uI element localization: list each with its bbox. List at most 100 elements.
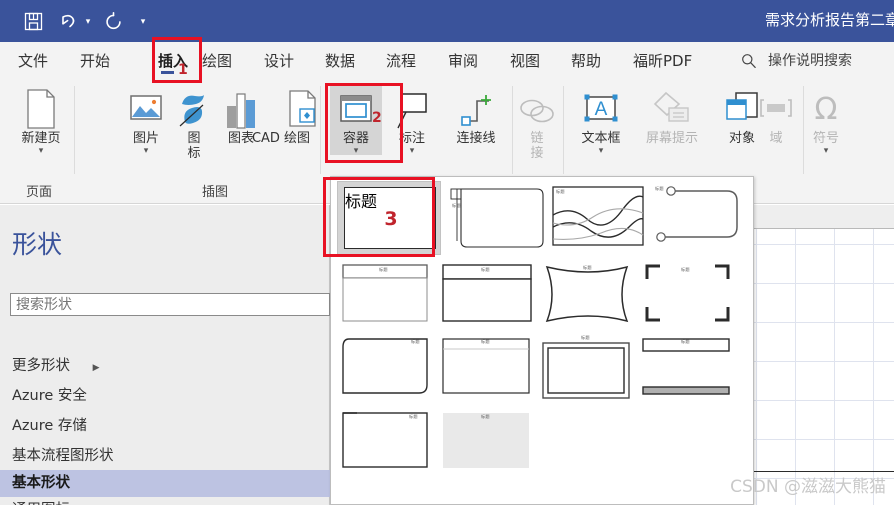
tab-foxit-pdf[interactable]: 福昕PDF — [633, 42, 692, 80]
connector-button[interactable]: 连接线 — [442, 86, 510, 147]
cad-icon — [243, 86, 319, 130]
connector-label: 连接线 — [456, 131, 496, 146]
annotation-number-2: 2 — [372, 110, 382, 126]
ribbon-tab-strip: 文件 开始 插入 绘图 设计 数据 流程 审阅 视图 帮助 福昕PDF 操作说明… — [0, 42, 894, 80]
stencil-basic-shapes[interactable]: 基本形状 — [0, 470, 330, 497]
link-icon — [517, 86, 557, 130]
annotation-box-insert-tab — [152, 37, 202, 83]
gallery-item-container-brackets[interactable]: 标题 — [639, 261, 739, 329]
stencil-generic-icons[interactable]: 通用图标 — [0, 497, 330, 505]
picture-label: 图片 — [132, 131, 159, 146]
symbol-button: Ω 符号 ▾ — [800, 86, 852, 155]
undo-dropdown-chevron-down-icon[interactable]: ▾ — [81, 8, 95, 34]
group-label-page: 页面 — [25, 185, 52, 200]
picture-chevron-down-icon[interactable]: ▾ — [144, 146, 149, 155]
stencil-label: 更多形状 — [12, 358, 70, 374]
gallery-item-container-node-outline[interactable]: 标题 — [649, 183, 749, 251]
tab-draw[interactable]: 绘图 — [202, 42, 232, 80]
stencil-azure-security[interactable]: Azure 安全 — [0, 383, 330, 410]
gallery-item-container-gray-fill[interactable]: 标题 — [439, 409, 539, 477]
window-title: 需求分析报告第二章 — [764, 11, 894, 29]
shape-label: 标题 — [481, 339, 490, 344]
gallery-item-container-two-bars[interactable]: 标题 — [639, 335, 739, 403]
link-button: 链 接 — [516, 86, 558, 161]
textbox-icon: A — [581, 86, 621, 130]
shapes-panel: 形状 更多形状 ▶ Azure 安全 Azure 存储 基本流程图形状 基本形状… — [0, 205, 330, 505]
tab-review[interactable]: 审阅 — [448, 42, 478, 80]
tab-data[interactable]: 数据 — [325, 42, 355, 80]
shape-label: 标题 — [583, 265, 592, 270]
shape-label: 标题 — [581, 335, 590, 340]
icon-button[interactable]: 图 标 — [176, 86, 212, 161]
field-label: 域 — [769, 131, 783, 146]
text-box-button[interactable]: A 文本框 ▾ — [570, 86, 632, 155]
group-divider — [563, 86, 564, 174]
annotation-box-first-gallery-item — [323, 177, 435, 257]
page-icon — [24, 86, 58, 130]
tab-help[interactable]: 帮助 — [571, 42, 601, 80]
watermark: CSDN @滋滋大熊猫 — [730, 477, 886, 497]
svg-text:Ω: Ω — [815, 92, 838, 127]
gallery-item-container-header-bar[interactable]: 标题 — [339, 261, 439, 329]
chevron-right-icon: ▶ — [92, 363, 100, 373]
gallery-item-container-curved[interactable]: 标题 — [539, 261, 639, 329]
svg-text:A: A — [595, 99, 608, 120]
shape-label: 标题 — [655, 186, 664, 191]
gallery-item-container-corner-title[interactable]: 标题 — [339, 409, 439, 477]
tab-design[interactable]: 设计 — [264, 42, 294, 80]
icon-label: 图 标 — [187, 131, 201, 161]
link-label: 链 接 — [530, 131, 544, 161]
shape-label: 标题 — [452, 203, 461, 208]
shape-label: 标题 — [481, 267, 490, 272]
callout-chevron-down-icon[interactable]: ▾ — [410, 146, 415, 155]
screentip-icon — [650, 86, 694, 130]
redo-icon[interactable] — [100, 8, 126, 34]
gallery-item-container-rounded-tab[interactable]: 标题 — [449, 183, 549, 251]
shape-label: 标题 — [411, 339, 420, 344]
picture-button[interactable]: 图片 ▾ — [118, 86, 174, 155]
shape-label: 标题 — [481, 414, 490, 419]
new-page-chevron-down-icon[interactable]: ▾ — [39, 146, 44, 155]
symbol-label: 符号 — [812, 131, 839, 146]
cad-drawing-label: CAD 绘图 — [251, 131, 311, 146]
save-icon[interactable] — [20, 8, 46, 34]
omega-icon: Ω — [807, 86, 845, 130]
undo-icon[interactable] — [55, 8, 81, 34]
stencil-basic-flowchart-shapes[interactable]: 基本流程图形状 — [0, 443, 330, 470]
screen-tip-label: 屏幕提示 — [645, 131, 698, 146]
stencil-azure-storage[interactable]: Azure 存储 — [0, 413, 330, 440]
field-icon — [757, 86, 795, 130]
quick-access-toolbar: ▾ ▾ — [20, 8, 150, 34]
tab-view[interactable]: 视图 — [510, 42, 540, 80]
picture-icon — [127, 86, 165, 130]
tab-file[interactable]: 文件 — [18, 42, 48, 80]
cad-drawing-button[interactable]: CAD 绘图 — [226, 86, 336, 147]
new-page-button[interactable]: 新建页 ▾ — [8, 86, 74, 155]
shape-label: 标题 — [409, 414, 418, 419]
search-icon[interactable] — [741, 53, 757, 69]
new-page-label: 新建页 — [21, 131, 61, 146]
tab-process[interactable]: 流程 — [386, 42, 416, 80]
gallery-item-container-rounded-corner[interactable]: 标题 — [339, 335, 439, 403]
search-input[interactable]: 操作说明搜索 — [768, 42, 852, 80]
gallery-item-container-simple-title[interactable]: 标题 — [439, 335, 539, 403]
search-shapes-input[interactable] — [10, 293, 330, 316]
group-divider — [512, 86, 513, 174]
group-divider — [74, 86, 75, 174]
annotation-box-container-button — [325, 83, 403, 163]
shapes-panel-title: 形状 — [12, 230, 63, 259]
screen-tip-button: 屏幕提示 — [634, 86, 710, 147]
shape-label: 标题 — [556, 189, 565, 194]
customize-toolbar-chevron-down-icon[interactable]: ▾ — [136, 8, 150, 34]
gallery-item-container-waves[interactable]: 标题 — [549, 183, 649, 251]
text-box-chevron-down-icon[interactable]: ▾ — [599, 146, 604, 155]
gallery-item-container-double-frame[interactable]: 标题 — [539, 335, 639, 403]
shape-label: 标题 — [681, 267, 690, 272]
title-bar: ▾ ▾ 需求分析报告第二章 — [0, 0, 894, 42]
stencil-more-shapes[interactable]: 更多形状 ▶ — [0, 353, 330, 380]
connector-icon — [455, 86, 497, 130]
shape-label: 标题 — [379, 267, 388, 272]
tab-home[interactable]: 开始 — [80, 42, 110, 80]
gallery-item-container-header-filled[interactable]: 标题 — [439, 261, 539, 329]
shape-label: 标题 — [681, 339, 690, 344]
